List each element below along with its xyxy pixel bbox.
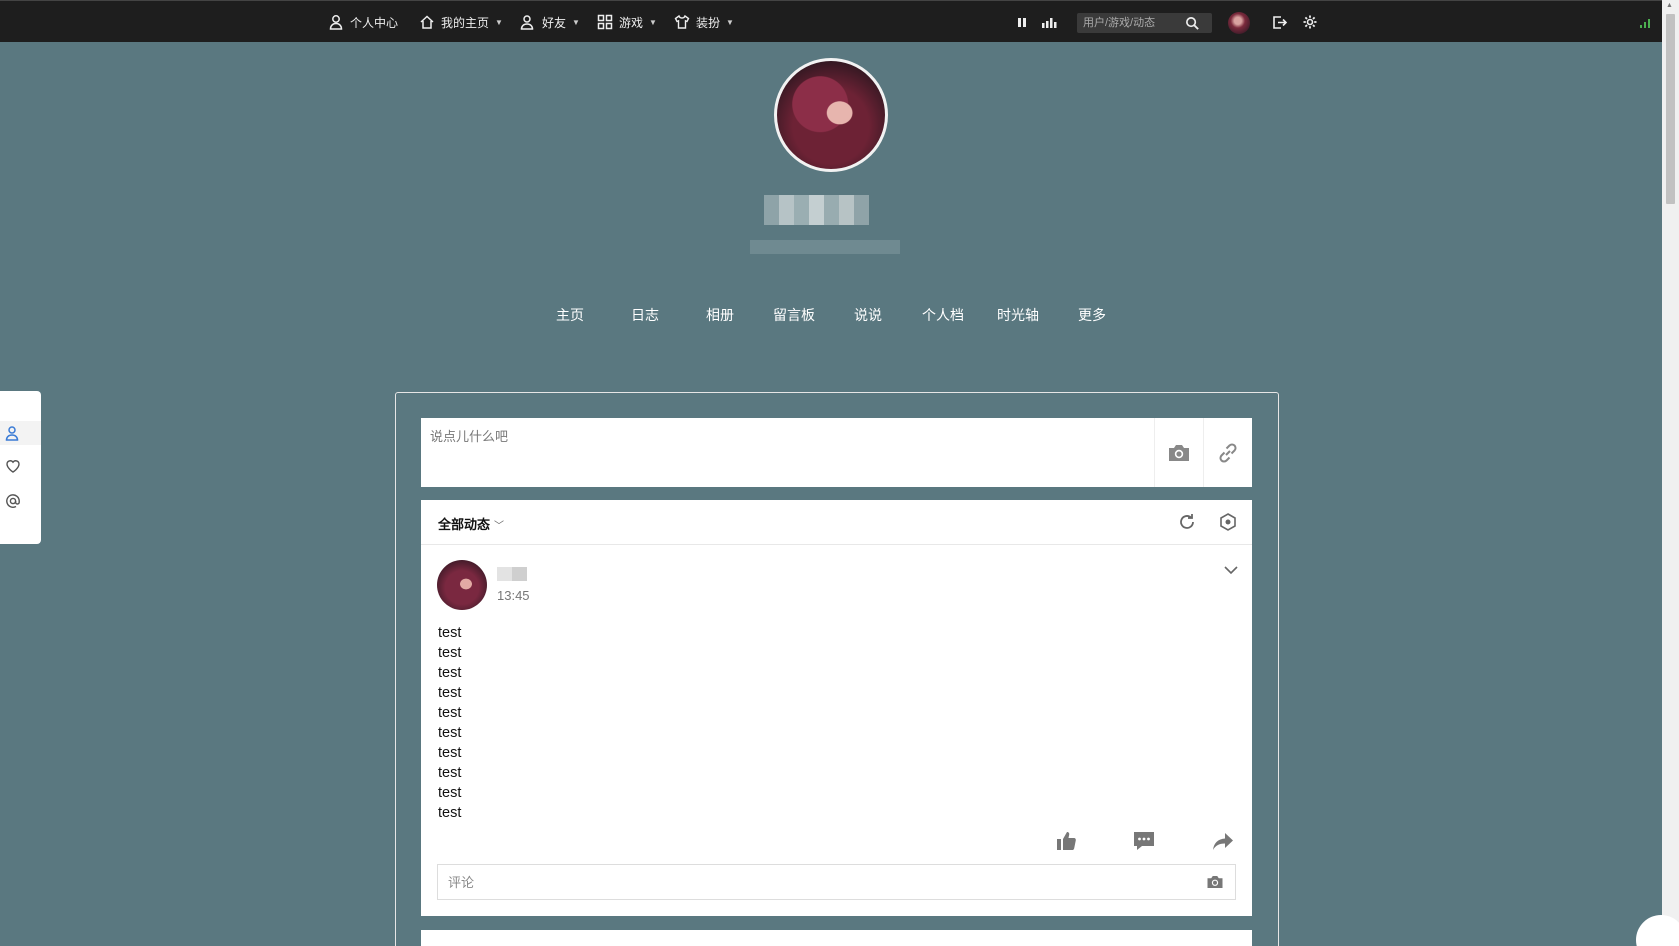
feed-header: 全部动态 ﹀ (421, 500, 1252, 545)
post-author-name-pixelated[interactable] (497, 567, 527, 581)
mention-at-icon[interactable] (5, 493, 21, 509)
post-text-line: test (438, 805, 462, 821)
user-avatar[interactable] (1228, 12, 1250, 34)
post-text-line: test (438, 705, 462, 721)
nav-label: 装扮 (696, 15, 721, 30)
comment-box (437, 864, 1236, 900)
post-text-line: test (438, 665, 462, 681)
caret-down-icon: ▼ (649, 17, 657, 27)
profile-subtitle-pixelated (750, 240, 900, 254)
tab-blog[interactable]: 日志 (615, 305, 675, 325)
refresh-icon[interactable] (1177, 512, 1197, 532)
nav-friends[interactable]: 好友 ▼ (520, 1, 580, 43)
caret-down-icon: ▼ (495, 17, 503, 27)
feed-filter-dropdown[interactable]: 全部动态 ﹀ (438, 514, 504, 533)
equalizer-icon[interactable] (1041, 16, 1057, 28)
profile-name-pixelated (764, 195, 869, 225)
user-icon (329, 15, 343, 30)
post-content: test test test test test test test test … (438, 623, 461, 823)
tab-album[interactable]: 相册 (690, 305, 750, 325)
post-menu-chevron-icon[interactable] (1223, 562, 1239, 578)
post-text-line: test (438, 645, 462, 661)
friends-icon (520, 15, 534, 30)
post-author-avatar[interactable] (437, 560, 487, 610)
comment-camera-icon[interactable] (1206, 873, 1224, 891)
next-feed-card (421, 930, 1252, 946)
post-text-line: test (438, 745, 462, 761)
search-box (1077, 13, 1212, 33)
feed-title: 全部动态 (438, 517, 491, 532)
vertical-scrollbar[interactable]: ▲ ▼ (1662, 0, 1679, 946)
comment-input[interactable] (438, 865, 1178, 899)
camera-icon (1169, 444, 1189, 461)
nav-personal-center[interactable]: 个人中心 (328, 1, 398, 43)
post-text-line: test (438, 785, 462, 801)
search-icon[interactable] (1185, 16, 1200, 31)
nav-games[interactable]: 游戏 ▼ (597, 1, 657, 43)
nav-label: 好友 (542, 15, 567, 30)
left-side-panel (0, 391, 41, 544)
heart-icon[interactable] (5, 458, 21, 474)
scroll-thumb[interactable] (1666, 14, 1675, 204)
like-thumbs-up-icon[interactable] (1055, 830, 1077, 852)
tab-profile-info[interactable]: 个人档 (913, 305, 973, 325)
nav-label: 个人中心 (350, 15, 399, 30)
tab-home[interactable]: 主页 (540, 305, 600, 325)
nav-label: 我的主页 (441, 15, 490, 30)
post-timestamp: 13:45 (497, 588, 530, 603)
tab-message-board[interactable]: 留言板 (764, 305, 824, 325)
signal-strength-icon (1640, 19, 1650, 28)
pause-icon[interactable] (1017, 17, 1027, 28)
friends-side-icon[interactable] (5, 425, 21, 441)
link-icon (1219, 442, 1237, 463)
floating-corner-button[interactable] (1636, 915, 1679, 946)
shirt-icon (674, 14, 690, 29)
home-icon (420, 15, 434, 29)
tab-posts[interactable]: 说说 (838, 305, 898, 325)
caret-down-icon: ▼ (572, 17, 580, 27)
grid-icon (597, 14, 613, 30)
nav-label: 游戏 (619, 15, 644, 30)
post-text-line: test (438, 685, 462, 701)
upload-photo-button[interactable] (1154, 418, 1203, 487)
post-composer-input[interactable] (421, 418, 1101, 487)
chevron-down-icon: ﹀ (494, 521, 505, 532)
tab-timeline[interactable]: 时光轴 (988, 305, 1048, 325)
post-text-line: test (438, 725, 462, 741)
comment-bubble-icon[interactable] (1133, 830, 1155, 852)
nav-my-homepage[interactable]: 我的主页 ▼ (419, 1, 503, 43)
share-forward-icon[interactable] (1212, 830, 1234, 852)
search-input[interactable] (1077, 13, 1185, 33)
top-navigation-bar: 个人中心 我的主页 ▼ 好友 ▼ 游戏 ▼ 装扮 ▼ (0, 0, 1662, 42)
caret-down-icon: ▼ (726, 17, 734, 27)
feed-card: 全部动态 ﹀ 13:45 test test test test test tes… (421, 500, 1252, 916)
scroll-up-arrow-icon[interactable]: ▲ (1666, 2, 1673, 9)
add-link-button[interactable] (1203, 418, 1252, 487)
post-text-line: test (438, 765, 462, 781)
settings-gear-icon[interactable] (1302, 14, 1318, 30)
logout-icon[interactable] (1271, 14, 1288, 31)
nav-dressup[interactable]: 装扮 ▼ (674, 1, 734, 43)
tab-more[interactable]: 更多 (1062, 305, 1122, 325)
post-composer (421, 418, 1252, 487)
profile-avatar[interactable] (774, 58, 888, 172)
post-text-line: test (438, 625, 462, 641)
feed-settings-icon[interactable] (1218, 512, 1238, 532)
